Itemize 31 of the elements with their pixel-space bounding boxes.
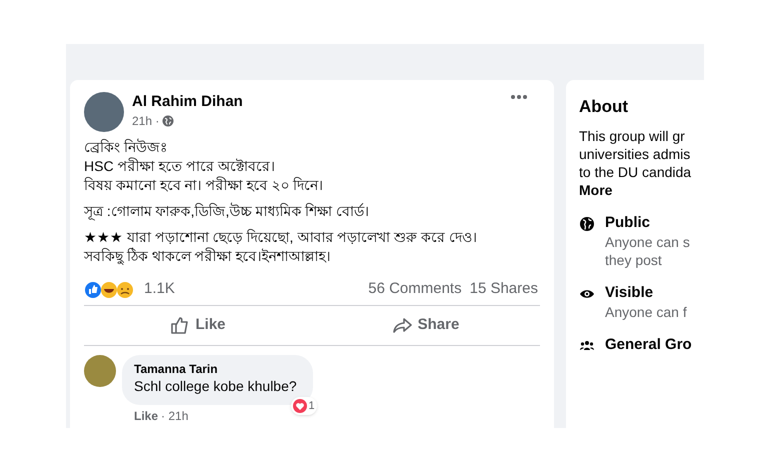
comment-text: Schl college kobe khulbe? [134, 377, 298, 396]
thumbs-up-icon [170, 316, 190, 335]
setting-title: General Gro [605, 335, 692, 355]
about-description: This group will gr universities admis to the DU candida [579, 127, 692, 181]
post-paragraph: ★★★ যারা পড়াশোনা ছেড়ে দিয়েছো, আবার পড়ালেখা শুরু করে দেও। সবকিছু ঠিক থাকলে পরীক্ষা হবে।ইনশাআল্লাহ। [84, 228, 478, 266]
like-link[interactable]: Like [134, 407, 158, 425]
action-button[interactable]: Like [84, 306, 312, 345]
setting-title: Visible [605, 283, 654, 303]
avatar[interactable] [84, 92, 124, 132]
globe-icon [579, 216, 595, 232]
post-paragraph: ব্রেকিং নিউজঃ HSC পরীক্ষা হতে পারে অক্টোবরে। বিষয় কমানো হবে না। পরীক্ষা হবে ২০ দিনে। [84, 138, 324, 195]
setting-title: Public [605, 213, 652, 233]
globe-icon [162, 115, 174, 127]
share-arrow-icon [392, 316, 412, 335]
action-button[interactable]: Share [312, 306, 540, 345]
more-link[interactable]: More [579, 181, 612, 199]
about-title: About [579, 96, 630, 118]
reaction-count: 1 [308, 398, 315, 414]
comments-count[interactable]: 56 Comments [368, 278, 462, 301]
post-paragraph: সূত্র :গোলাম ফারুক,ডিজি,উচ্চ মাধ্যমিক শিক্ষা বোর্ড। [84, 202, 370, 221]
post-time[interactable]: 21h · [132, 112, 160, 130]
comment-author[interactable]: Tamanna Tarin [134, 362, 301, 377]
shares-count[interactable]: 15 Shares [470, 278, 538, 301]
comment-time: · 21h [161, 408, 188, 425]
setting-description: Anyone can s they post [605, 233, 690, 269]
reaction-badge[interactable]: 1 [290, 397, 317, 415]
author-name[interactable]: Al Rahim Dihan [132, 92, 502, 112]
reaction-count[interactable]: 1.1K [144, 278, 368, 301]
more-options-icon[interactable] [510, 94, 528, 100]
setting-description: Anyone can f [605, 303, 687, 321]
avatar[interactable] [84, 355, 116, 387]
